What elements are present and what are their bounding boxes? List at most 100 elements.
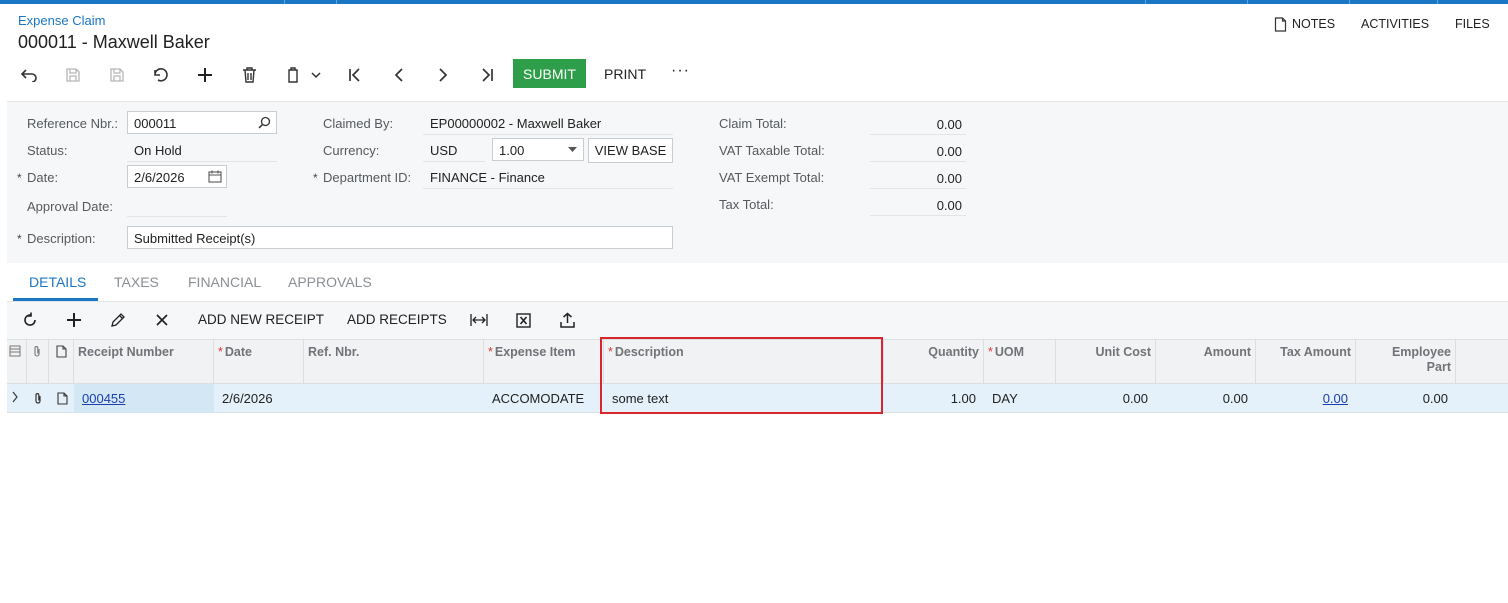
print-button[interactable]: PRINT bbox=[604, 66, 646, 82]
tab-details[interactable]: DETAILS bbox=[29, 274, 86, 290]
ref-nbr-cell[interactable] bbox=[304, 384, 484, 413]
next-record-icon[interactable] bbox=[432, 64, 454, 86]
row-notes-cell[interactable] bbox=[49, 384, 74, 413]
receipt-number-cell[interactable]: 000455 bbox=[74, 384, 214, 413]
tax-amount-cell[interactable]: 0.00 bbox=[1256, 384, 1356, 413]
department-value[interactable]: FINANCE - Finance bbox=[430, 170, 545, 185]
ref-nbr-column-header[interactable]: Ref. Nbr. bbox=[304, 339, 484, 384]
date-cell[interactable]: 2/6/2026 bbox=[214, 384, 304, 413]
edit-icon[interactable] bbox=[107, 309, 129, 331]
description-column-header[interactable]: * Description bbox=[604, 339, 884, 384]
tax-amount-link[interactable]: 0.00 bbox=[1323, 391, 1348, 406]
row-attachment-cell[interactable] bbox=[27, 384, 49, 413]
search-icon[interactable] bbox=[258, 116, 271, 129]
expense-item-column-header[interactable]: * Expense Item bbox=[484, 339, 604, 384]
status-value: On Hold bbox=[134, 143, 182, 158]
description-field[interactable]: Submitted Receipt(s) bbox=[127, 226, 673, 249]
export-excel-icon[interactable] bbox=[512, 309, 534, 331]
field-underline bbox=[870, 134, 966, 135]
last-record-icon[interactable] bbox=[476, 64, 498, 86]
tax-amount-column-header[interactable]: Tax Amount bbox=[1256, 339, 1356, 384]
vat-taxable-value: 0.00 bbox=[936, 144, 962, 159]
breadcrumb[interactable]: Expense Claim bbox=[18, 13, 105, 28]
field-underline bbox=[127, 161, 277, 162]
chevron-right-icon[interactable] bbox=[11, 391, 19, 403]
amount-column-header[interactable]: Amount bbox=[1156, 339, 1256, 384]
notes-column-header[interactable] bbox=[49, 339, 74, 384]
top-bar-divider bbox=[1247, 0, 1248, 4]
required-mark: * bbox=[488, 345, 493, 359]
add-new-receipt-button[interactable]: ADD NEW RECEIPT bbox=[198, 312, 324, 327]
files-link[interactable]: FILES bbox=[1455, 17, 1490, 31]
description-cell[interactable]: some text bbox=[604, 384, 884, 413]
unit-cost-column-header[interactable]: Unit Cost bbox=[1056, 339, 1156, 384]
tab-financial[interactable]: FINANCIAL bbox=[188, 274, 261, 290]
vat-exempt-label: VAT Exempt Total: bbox=[719, 170, 825, 185]
activities-link[interactable]: ACTIVITIES bbox=[1361, 17, 1429, 31]
quantity-cell[interactable]: 1.00 bbox=[884, 384, 984, 413]
field-underline bbox=[870, 161, 966, 162]
receipt-number-link[interactable]: 000455 bbox=[82, 391, 125, 406]
ref-nbr-label: Reference Nbr.: bbox=[27, 116, 119, 131]
top-bar-divider bbox=[1437, 0, 1438, 4]
date-column-header[interactable]: * Date bbox=[214, 339, 304, 384]
page-title: 000011 - Maxwell Baker bbox=[18, 32, 210, 52]
date-value: 2/6/2026 bbox=[134, 170, 185, 185]
view-base-button[interactable]: VIEW BASE bbox=[588, 138, 673, 163]
employee-part-label-line1: Employee bbox=[1391, 345, 1451, 359]
field-underline bbox=[870, 188, 966, 189]
required-mark: * bbox=[608, 345, 613, 359]
amount-cell[interactable]: 0.00 bbox=[1156, 384, 1256, 413]
ref-nbr-field[interactable]: 000011 bbox=[127, 111, 277, 134]
date-field[interactable]: 2/6/2026 bbox=[127, 165, 227, 188]
currency-rate-select[interactable]: 1.00 bbox=[492, 138, 584, 161]
delete-row-icon[interactable] bbox=[151, 309, 173, 331]
undo-icon[interactable] bbox=[150, 64, 172, 86]
uom-column-header[interactable]: * UOM bbox=[984, 339, 1056, 384]
required-mark: * bbox=[17, 232, 22, 246]
description-value: Submitted Receipt(s) bbox=[134, 231, 256, 246]
claimed-by-label: Claimed By: bbox=[323, 116, 394, 131]
paperclip-icon[interactable] bbox=[33, 392, 43, 405]
refresh-icon[interactable] bbox=[19, 309, 41, 331]
first-record-icon[interactable] bbox=[344, 64, 366, 86]
delete-icon[interactable] bbox=[238, 64, 260, 86]
employee-part-column-header[interactable]: Employee Part bbox=[1356, 339, 1456, 384]
top-accent-bar bbox=[0, 0, 1508, 4]
fit-columns-icon[interactable] bbox=[468, 309, 490, 331]
claimed-by-value[interactable]: EP00000002 - Maxwell Baker bbox=[430, 116, 601, 131]
upload-icon[interactable] bbox=[556, 309, 578, 331]
save-close-icon[interactable] bbox=[106, 64, 128, 86]
required-mark: * bbox=[313, 171, 318, 185]
back-icon[interactable] bbox=[18, 64, 40, 86]
tab-approvals[interactable]: APPROVALS bbox=[288, 274, 372, 290]
uom-cell[interactable]: DAY bbox=[984, 384, 1056, 413]
description-label: Description: bbox=[27, 231, 96, 246]
add-icon[interactable] bbox=[194, 64, 216, 86]
add-receipts-button[interactable]: ADD RECEIPTS bbox=[347, 312, 447, 327]
calendar-icon[interactable] bbox=[208, 170, 222, 183]
attachment-column-header[interactable] bbox=[27, 339, 49, 384]
add-row-icon[interactable] bbox=[63, 309, 85, 331]
tab-taxes[interactable]: TAXES bbox=[114, 274, 159, 290]
currency-value[interactable]: USD bbox=[430, 143, 457, 158]
field-underline bbox=[423, 188, 673, 189]
quantity-column-header[interactable]: Quantity bbox=[884, 339, 984, 384]
field-underline bbox=[423, 134, 673, 135]
row-expand-cell[interactable] bbox=[7, 384, 27, 413]
row-selector-column-header[interactable] bbox=[7, 339, 27, 384]
expense-item-cell[interactable]: ACCOMODATE bbox=[484, 384, 604, 413]
previous-record-icon[interactable] bbox=[388, 64, 410, 86]
employee-part-cell[interactable]: 0.00 bbox=[1356, 384, 1456, 413]
note-icon[interactable] bbox=[57, 392, 68, 405]
chevron-down-icon[interactable] bbox=[306, 64, 326, 86]
receipt-number-column-header[interactable]: Receipt Number bbox=[74, 339, 214, 384]
tax-total-value: 0.00 bbox=[936, 198, 962, 213]
grid-settings-icon[interactable] bbox=[9, 345, 21, 357]
more-actions-button[interactable]: ··· bbox=[671, 62, 690, 80]
employee-part-label-line2: Part bbox=[1426, 360, 1451, 374]
unit-cost-cell[interactable]: 0.00 bbox=[1056, 384, 1156, 413]
submit-button[interactable]: SUBMIT bbox=[513, 59, 586, 88]
save-icon[interactable] bbox=[62, 64, 84, 86]
copy-paste-icon[interactable] bbox=[282, 64, 304, 86]
